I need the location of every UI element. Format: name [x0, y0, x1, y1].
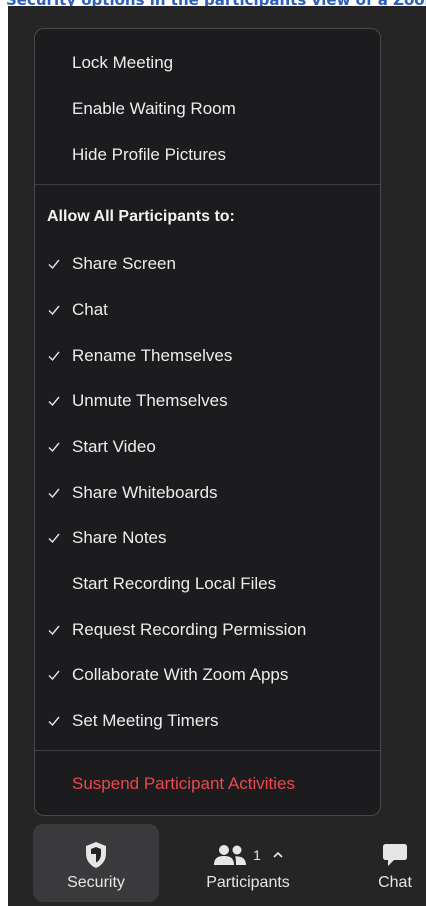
menu-item-share-whiteboards[interactable]: Share Whiteboards [35, 475, 380, 511]
menu-item-label: Rename Themselves [72, 346, 233, 365]
menu-item-label: Hide Profile Pictures [72, 145, 227, 164]
participants-label: Participants [206, 874, 290, 891]
menu-item-collaborate-with-zoom-apps[interactable]: Collaborate With Zoom Apps [35, 657, 380, 693]
menu-item-label: Lock Meeting [72, 53, 174, 72]
checkmark-icon [48, 305, 60, 316]
security-label: Security [67, 874, 125, 891]
menu-divider [35, 184, 380, 185]
menu-item-unmute-themselves[interactable]: Unmute Themselves [35, 383, 380, 419]
menu-item-share-notes[interactable]: Share Notes [35, 520, 380, 556]
menu-item-label: Collaborate With Zoom Apps [72, 665, 289, 684]
chat-label: Chat [378, 874, 412, 891]
chat-bubble-icon [383, 844, 407, 866]
checkmark-icon [48, 488, 60, 499]
chevron-up-icon[interactable] [273, 851, 283, 859]
menu-item-label: Start Recording Local Files [72, 574, 277, 593]
checkmark-icon [48, 716, 60, 727]
menu-item-enable-waiting-room[interactable]: Enable Waiting Room [35, 91, 380, 127]
people-icon [214, 845, 247, 865]
menu-item-chat[interactable]: Chat [35, 292, 380, 328]
participants-count: 1 [253, 847, 261, 863]
checkmark-icon [48, 259, 60, 270]
menu-item-label: Chat [72, 300, 108, 319]
menu-item-label: Share Whiteboards [72, 483, 218, 502]
menu-item-start-recording-local-files[interactable]: Start Recording Local Files [35, 566, 380, 602]
menu-item-request-recording-permission[interactable]: Request Recording Permission [35, 612, 380, 648]
participants-button[interactable]: 1 Participants [183, 824, 313, 902]
suspend-label: Suspend Participant Activities [72, 774, 296, 793]
security-menu: Lock Meeting Enable Waiting Room Hide Pr… [34, 28, 381, 816]
shield-icon [86, 842, 106, 868]
menu-item-share-screen[interactable]: Share Screen [35, 246, 380, 282]
menu-item-rename-themselves[interactable]: Rename Themselves [35, 338, 380, 374]
menu-item-label: Share Notes [72, 528, 167, 547]
checkmark-icon [48, 351, 60, 362]
menu-item-hide-profile-pictures[interactable]: Hide Profile Pictures [35, 137, 380, 173]
menu-item-label: Start Video [72, 437, 156, 456]
menu-item-lock-meeting[interactable]: Lock Meeting [35, 45, 380, 81]
checkmark-icon [48, 670, 60, 681]
menu-item-label: Unmute Themselves [72, 391, 228, 410]
meeting-toolbar: Security 1 Participants Chat [8, 818, 426, 906]
menu-item-label: Set Meeting Timers [72, 711, 219, 730]
checkmark-icon [48, 442, 60, 453]
checkmark-icon [48, 625, 60, 636]
menu-divider [35, 750, 380, 751]
section-heading: Allow All Participants to: [47, 208, 235, 225]
security-button[interactable]: Security [33, 824, 159, 902]
menu-item-start-video[interactable]: Start Video [35, 429, 380, 465]
menu-item-label: Request Recording Permission [72, 620, 307, 639]
menu-item-set-meeting-timers[interactable]: Set Meeting Timers [35, 703, 380, 739]
menu-item-label: Share Screen [72, 254, 176, 273]
menu-item-label: Enable Waiting Room [72, 99, 236, 118]
checkmark-icon [48, 533, 60, 544]
menu-item-suspend-participant-activities[interactable]: Suspend Participant Activities [35, 766, 380, 802]
chat-button[interactable]: Chat [364, 824, 426, 902]
checkmark-icon [48, 396, 60, 407]
